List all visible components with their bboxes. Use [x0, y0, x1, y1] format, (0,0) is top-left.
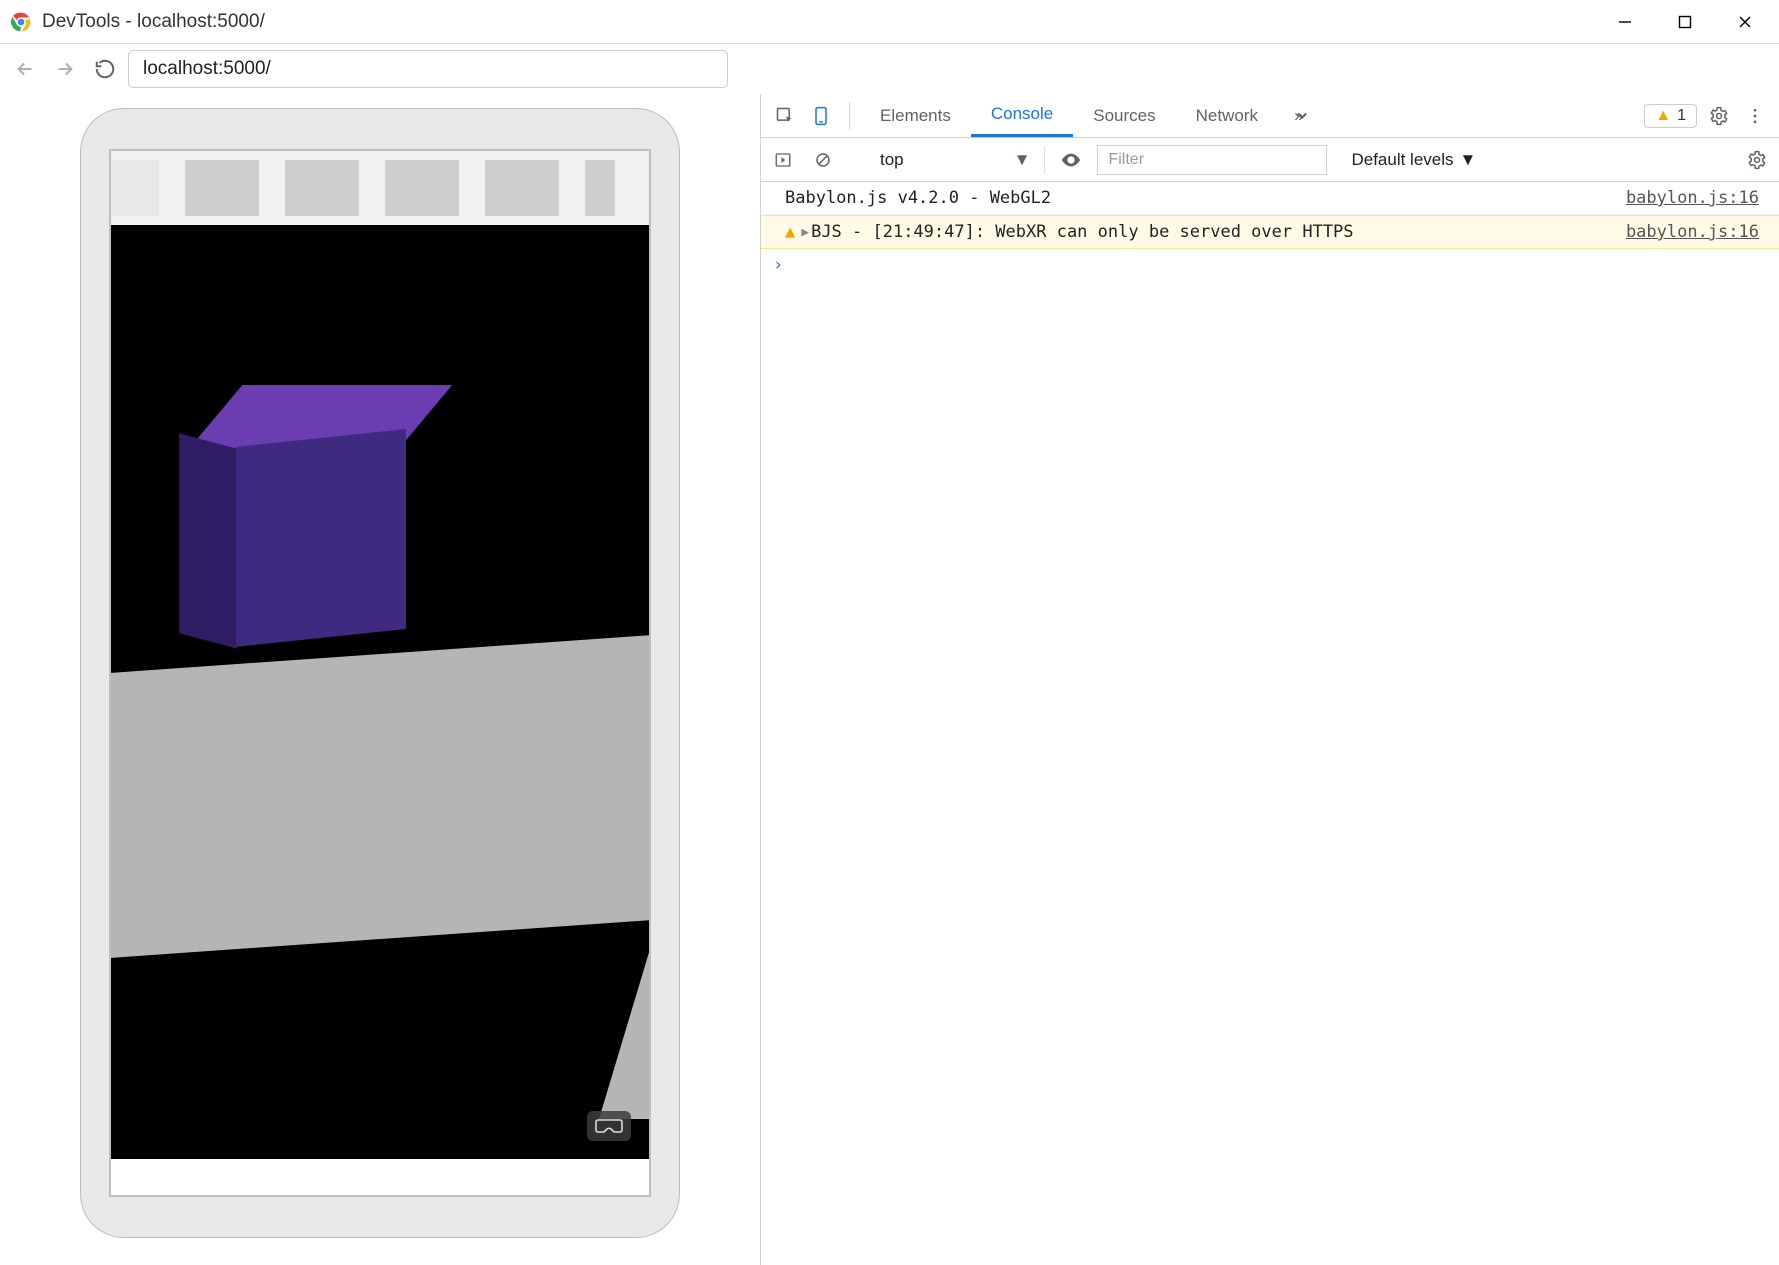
loading-tile — [185, 160, 259, 216]
tab-elements[interactable]: Elements — [860, 94, 971, 137]
webgl-canvas[interactable] — [111, 225, 649, 1159]
toggle-device-icon[interactable] — [803, 94, 839, 137]
page-loading-strip — [111, 151, 649, 225]
address-bar[interactable]: localhost:5000/ — [128, 50, 728, 88]
console-warning-row[interactable]: ▲ ▶ BJS - [21:49:47]: WebXR can only be … — [761, 215, 1779, 249]
forward-button[interactable] — [48, 52, 82, 86]
live-expression-icon[interactable] — [1057, 149, 1085, 171]
loading-tile — [285, 160, 359, 216]
console-log-row[interactable]: Babylon.js v4.2.0 - WebGL2 babylon.js:16 — [761, 182, 1779, 215]
devtools-panel: Elements Console Sources Network » ▲ 1 — [760, 94, 1779, 1265]
window-title: DevTools - localhost:5000/ — [42, 11, 1595, 33]
console-settings-gear-icon[interactable] — [1743, 150, 1771, 170]
context-value: top — [880, 150, 904, 170]
device-screen — [109, 149, 651, 1197]
browser-navbar: localhost:5000/ — [0, 44, 1779, 94]
console-toolbar: top ▼ Default levels ▼ — [761, 138, 1779, 182]
scene-cube — [181, 385, 401, 605]
tab-sources[interactable]: Sources — [1073, 94, 1175, 137]
tab-network[interactable]: Network — [1176, 94, 1278, 137]
context-selector[interactable]: top ▼ — [870, 146, 1045, 174]
loading-tile — [485, 160, 559, 216]
chevron-down-icon: ▼ — [1460, 150, 1477, 170]
tab-console[interactable]: Console — [971, 94, 1073, 137]
expand-icon[interactable]: ▶ — [801, 225, 809, 240]
console-filter-input[interactable] — [1097, 145, 1327, 175]
chevron-down-icon: ▼ — [1014, 150, 1031, 170]
log-message: BJS - [21:49:47]: WebXR can only be serv… — [811, 222, 1626, 242]
device-frame — [80, 108, 680, 1238]
devtools-tabstrip: Elements Console Sources Network » ▲ 1 — [761, 94, 1779, 138]
separator — [849, 102, 850, 129]
inspect-element-icon[interactable] — [767, 94, 803, 137]
chrome-logo-icon — [10, 11, 32, 33]
scene-floor-edge — [599, 919, 649, 1119]
loading-tile — [111, 160, 159, 216]
warning-icon: ▲ — [785, 222, 795, 242]
log-source-link[interactable]: babylon.js:16 — [1626, 188, 1767, 208]
scene-floor — [111, 632, 649, 960]
window-close-button[interactable] — [1715, 0, 1775, 44]
device-preview-pane — [0, 94, 760, 1265]
loading-tile — [385, 160, 459, 216]
page-bottom-margin — [111, 1159, 649, 1195]
warning-icon: ▲ — [1655, 107, 1671, 125]
console-prompt[interactable]: › — [761, 249, 1779, 281]
warning-count: 1 — [1677, 107, 1686, 125]
more-tabs-icon[interactable]: » — [1278, 94, 1318, 137]
devtools-menu-icon[interactable] — [1741, 106, 1769, 126]
log-levels-label: Default levels — [1351, 150, 1453, 170]
settings-gear-icon[interactable] — [1705, 106, 1733, 126]
back-button[interactable] — [8, 52, 42, 86]
issues-warning-badge[interactable]: ▲ 1 — [1644, 104, 1697, 128]
log-levels-selector[interactable]: Default levels ▼ — [1351, 150, 1476, 170]
window-titlebar: DevTools - localhost:5000/ — [0, 0, 1779, 44]
prompt-chevron-icon: › — [773, 255, 783, 275]
vr-headset-icon[interactable] — [587, 1111, 631, 1141]
address-bar-text: localhost:5000/ — [143, 58, 271, 80]
loading-tile — [585, 160, 615, 216]
log-source-link[interactable]: babylon.js:16 — [1626, 222, 1767, 242]
toggle-sidebar-icon[interactable] — [769, 151, 797, 169]
clear-console-icon[interactable] — [809, 151, 837, 169]
log-message: Babylon.js v4.2.0 - WebGL2 — [785, 188, 1626, 208]
window-maximize-button[interactable] — [1655, 0, 1715, 44]
reload-button[interactable] — [88, 52, 122, 86]
console-output: Babylon.js v4.2.0 - WebGL2 babylon.js:16… — [761, 182, 1779, 1265]
window-minimize-button[interactable] — [1595, 0, 1655, 44]
